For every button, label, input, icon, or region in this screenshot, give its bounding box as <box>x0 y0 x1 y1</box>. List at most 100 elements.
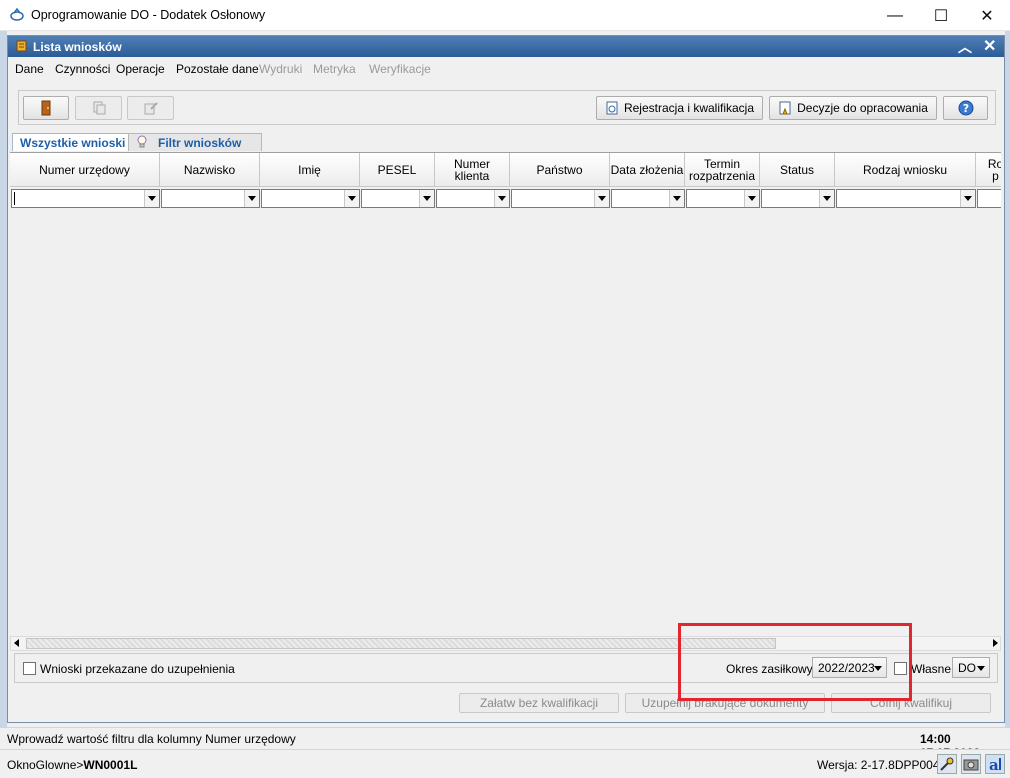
version-text: Wersja: 2-17.8DPP004 <box>817 758 940 772</box>
filter-dropdown-icon[interactable] <box>344 190 359 207</box>
menu-pozostale-dane[interactable]: Pozostałe dane <box>176 62 259 76</box>
toolbar: Rejestracja i kwalifikacja Decyzje do op… <box>18 90 996 125</box>
scrollbar-thumb[interactable] <box>26 638 776 649</box>
applications-list-window: Lista wniosków ︿ ✕ Dane Czynności Operac… <box>7 35 1005 723</box>
filter-numer-klienta[interactable] <box>436 189 510 208</box>
column-header-nazwisko[interactable]: Nazwisko <box>160 153 260 187</box>
column-header-data-zlozenia[interactable]: Data złożenia <box>610 153 685 187</box>
menu-wydruki[interactable]: Wydruki <box>259 62 302 76</box>
filter-dropdown-icon[interactable] <box>960 190 975 207</box>
filter-dropdown-icon[interactable] <box>494 190 509 207</box>
copy-icon <box>93 101 105 115</box>
inner-title-bar: Lista wniosków ︿ ✕ <box>8 36 1004 57</box>
filter-termin-rozpatrzenia[interactable] <box>686 189 760 208</box>
filter-numer-urzedowy[interactable] <box>11 189 160 208</box>
help-button[interactable]: ? <box>943 96 988 120</box>
column-header-status[interactable]: Status <box>760 153 835 187</box>
filter-status[interactable] <box>761 189 835 208</box>
filter-pesel[interactable] <box>361 189 435 208</box>
camera-glyph-icon <box>963 759 979 771</box>
path-code: WN0001L <box>83 758 138 772</box>
column-header-rodzaj-wniosku[interactable]: Rodzaj wniosku <box>835 153 976 187</box>
filter-truncated[interactable] <box>977 189 1001 208</box>
minimize-button[interactable]: — <box>872 0 918 31</box>
window-title: Oprogramowanie DO - Dodatek Osłonowy <box>31 8 266 22</box>
parent-edge-right <box>1005 31 1010 727</box>
camera-icon[interactable] <box>961 754 981 774</box>
maximize-button[interactable]: ☐ <box>918 0 964 31</box>
type-select[interactable]: DO <box>952 657 990 678</box>
register-doc-icon <box>606 101 618 115</box>
filter-panstwo[interactable] <box>511 189 610 208</box>
tab-applications-filter[interactable]: Filtr wniosków <box>128 133 262 151</box>
filter-dropdown-icon[interactable] <box>819 190 834 207</box>
menu-czynnosci[interactable]: Czynności <box>55 62 110 76</box>
tab-all-applications[interactable]: Wszystkie wnioski <box>12 133 130 151</box>
svg-text:?: ? <box>962 102 968 115</box>
registration-label: Rejestracja i kwalifikacja <box>623 101 755 115</box>
column-header-numer-urzedowy[interactable]: Numer urzędowy <box>10 153 160 187</box>
hint-status-bar: Wprowadź wartość filtru dla kolumny Nume… <box>0 727 1010 760</box>
highlight-box <box>678 623 912 701</box>
menu-operacje[interactable]: Operacje <box>116 62 165 76</box>
scroll-right-icon[interactable] <box>993 639 998 647</box>
tools-icon[interactable] <box>937 754 957 774</box>
column-header-truncated[interactable]: Ro p <box>976 153 1001 187</box>
forwarded-checkbox-label: Wnioski przekazane do uzupełnienia <box>40 662 235 676</box>
text-caret <box>14 192 15 205</box>
decisions-label: Decyzje do opracowania <box>797 101 928 115</box>
chevron-down-icon <box>977 666 985 671</box>
filter-data-zlozenia[interactable] <box>611 189 685 208</box>
edit-button[interactable] <box>127 96 174 120</box>
tab-filter-label: Filtr wniosków <box>158 136 242 150</box>
window-path: OknoGlowne>WN0001L <box>7 758 137 772</box>
filter-dropdown-icon[interactable] <box>144 190 159 207</box>
filter-nazwisko[interactable] <box>161 189 260 208</box>
menu-weryfikacje[interactable]: Weryfikacje <box>369 62 431 76</box>
column-header-pesel[interactable]: PESEL <box>360 153 435 187</box>
column-header-numer-klienta[interactable]: Numer klienta <box>435 153 510 187</box>
column-header-panstwo[interactable]: Państwo <box>510 153 610 187</box>
close-window-button[interactable]: ✕ <box>964 0 1010 31</box>
door-icon <box>41 100 51 116</box>
forwarded-checkbox[interactable] <box>23 662 36 675</box>
edit-icon <box>144 102 158 115</box>
menu-metryka[interactable]: Metryka <box>313 62 356 76</box>
column-header-termin-rozpatrzenia[interactable]: Termin rozpatrzenia <box>685 153 760 187</box>
filter-dropdown-icon[interactable] <box>419 190 434 207</box>
filter-dropdown-icon[interactable] <box>744 190 759 207</box>
menu-bar: Dane Czynności Operacje Pozostałe dane W… <box>8 59 1004 79</box>
scroll-left-icon[interactable] <box>14 639 19 647</box>
list-window-icon <box>16 40 27 52</box>
filter-imie[interactable] <box>261 189 360 208</box>
filter-dropdown-icon[interactable] <box>669 190 684 207</box>
own-label: Własne <box>911 662 952 676</box>
settle-without-qualification-button[interactable]: Załatw bez kwalifikacji <box>459 693 619 713</box>
help-icon: ? <box>958 100 973 116</box>
wrench-icon <box>940 757 954 771</box>
hint-text: Wprowadź wartość filtru dla kolumny Nume… <box>7 732 296 746</box>
column-header-imie[interactable]: Imię <box>260 153 360 187</box>
exit-button[interactable] <box>23 96 69 120</box>
menu-dane[interactable]: Dane <box>15 62 44 76</box>
filter-dropdown-icon[interactable] <box>594 190 609 207</box>
font-size-icon[interactable]: a <box>985 754 1005 774</box>
decisions-button[interactable]: Decyzje do opracowania <box>769 96 937 120</box>
path-status-bar: OknoGlowne>WN0001L Wersja: 2-17.8DPP004 … <box>0 749 1010 778</box>
app-icon <box>10 8 24 21</box>
text-a-icon: a <box>989 756 1001 774</box>
close-inner-button[interactable]: ✕ <box>983 36 996 56</box>
svg-text:a: a <box>989 756 999 773</box>
filter-rodzaj-wniosku[interactable] <box>836 189 976 208</box>
collapse-icon[interactable]: ︿ <box>958 37 972 57</box>
window-title-bar: Oprogramowanie DO - Dodatek Osłonowy — ☐… <box>0 0 1010 31</box>
applications-grid[interactable]: Numer urzędowy Nazwisko Imię PESEL Numer… <box>10 152 1001 638</box>
registration-button[interactable]: Rejestracja i kwalifikacja <box>596 96 763 120</box>
inner-title: Lista wniosków <box>33 40 122 54</box>
lightbulb-icon <box>137 135 147 148</box>
path-prefix: OknoGlowne> <box>7 758 84 772</box>
copy-button[interactable] <box>75 96 122 120</box>
type-value: DO <box>958 661 976 675</box>
decision-doc-icon <box>779 101 791 115</box>
filter-dropdown-icon[interactable] <box>244 190 259 207</box>
